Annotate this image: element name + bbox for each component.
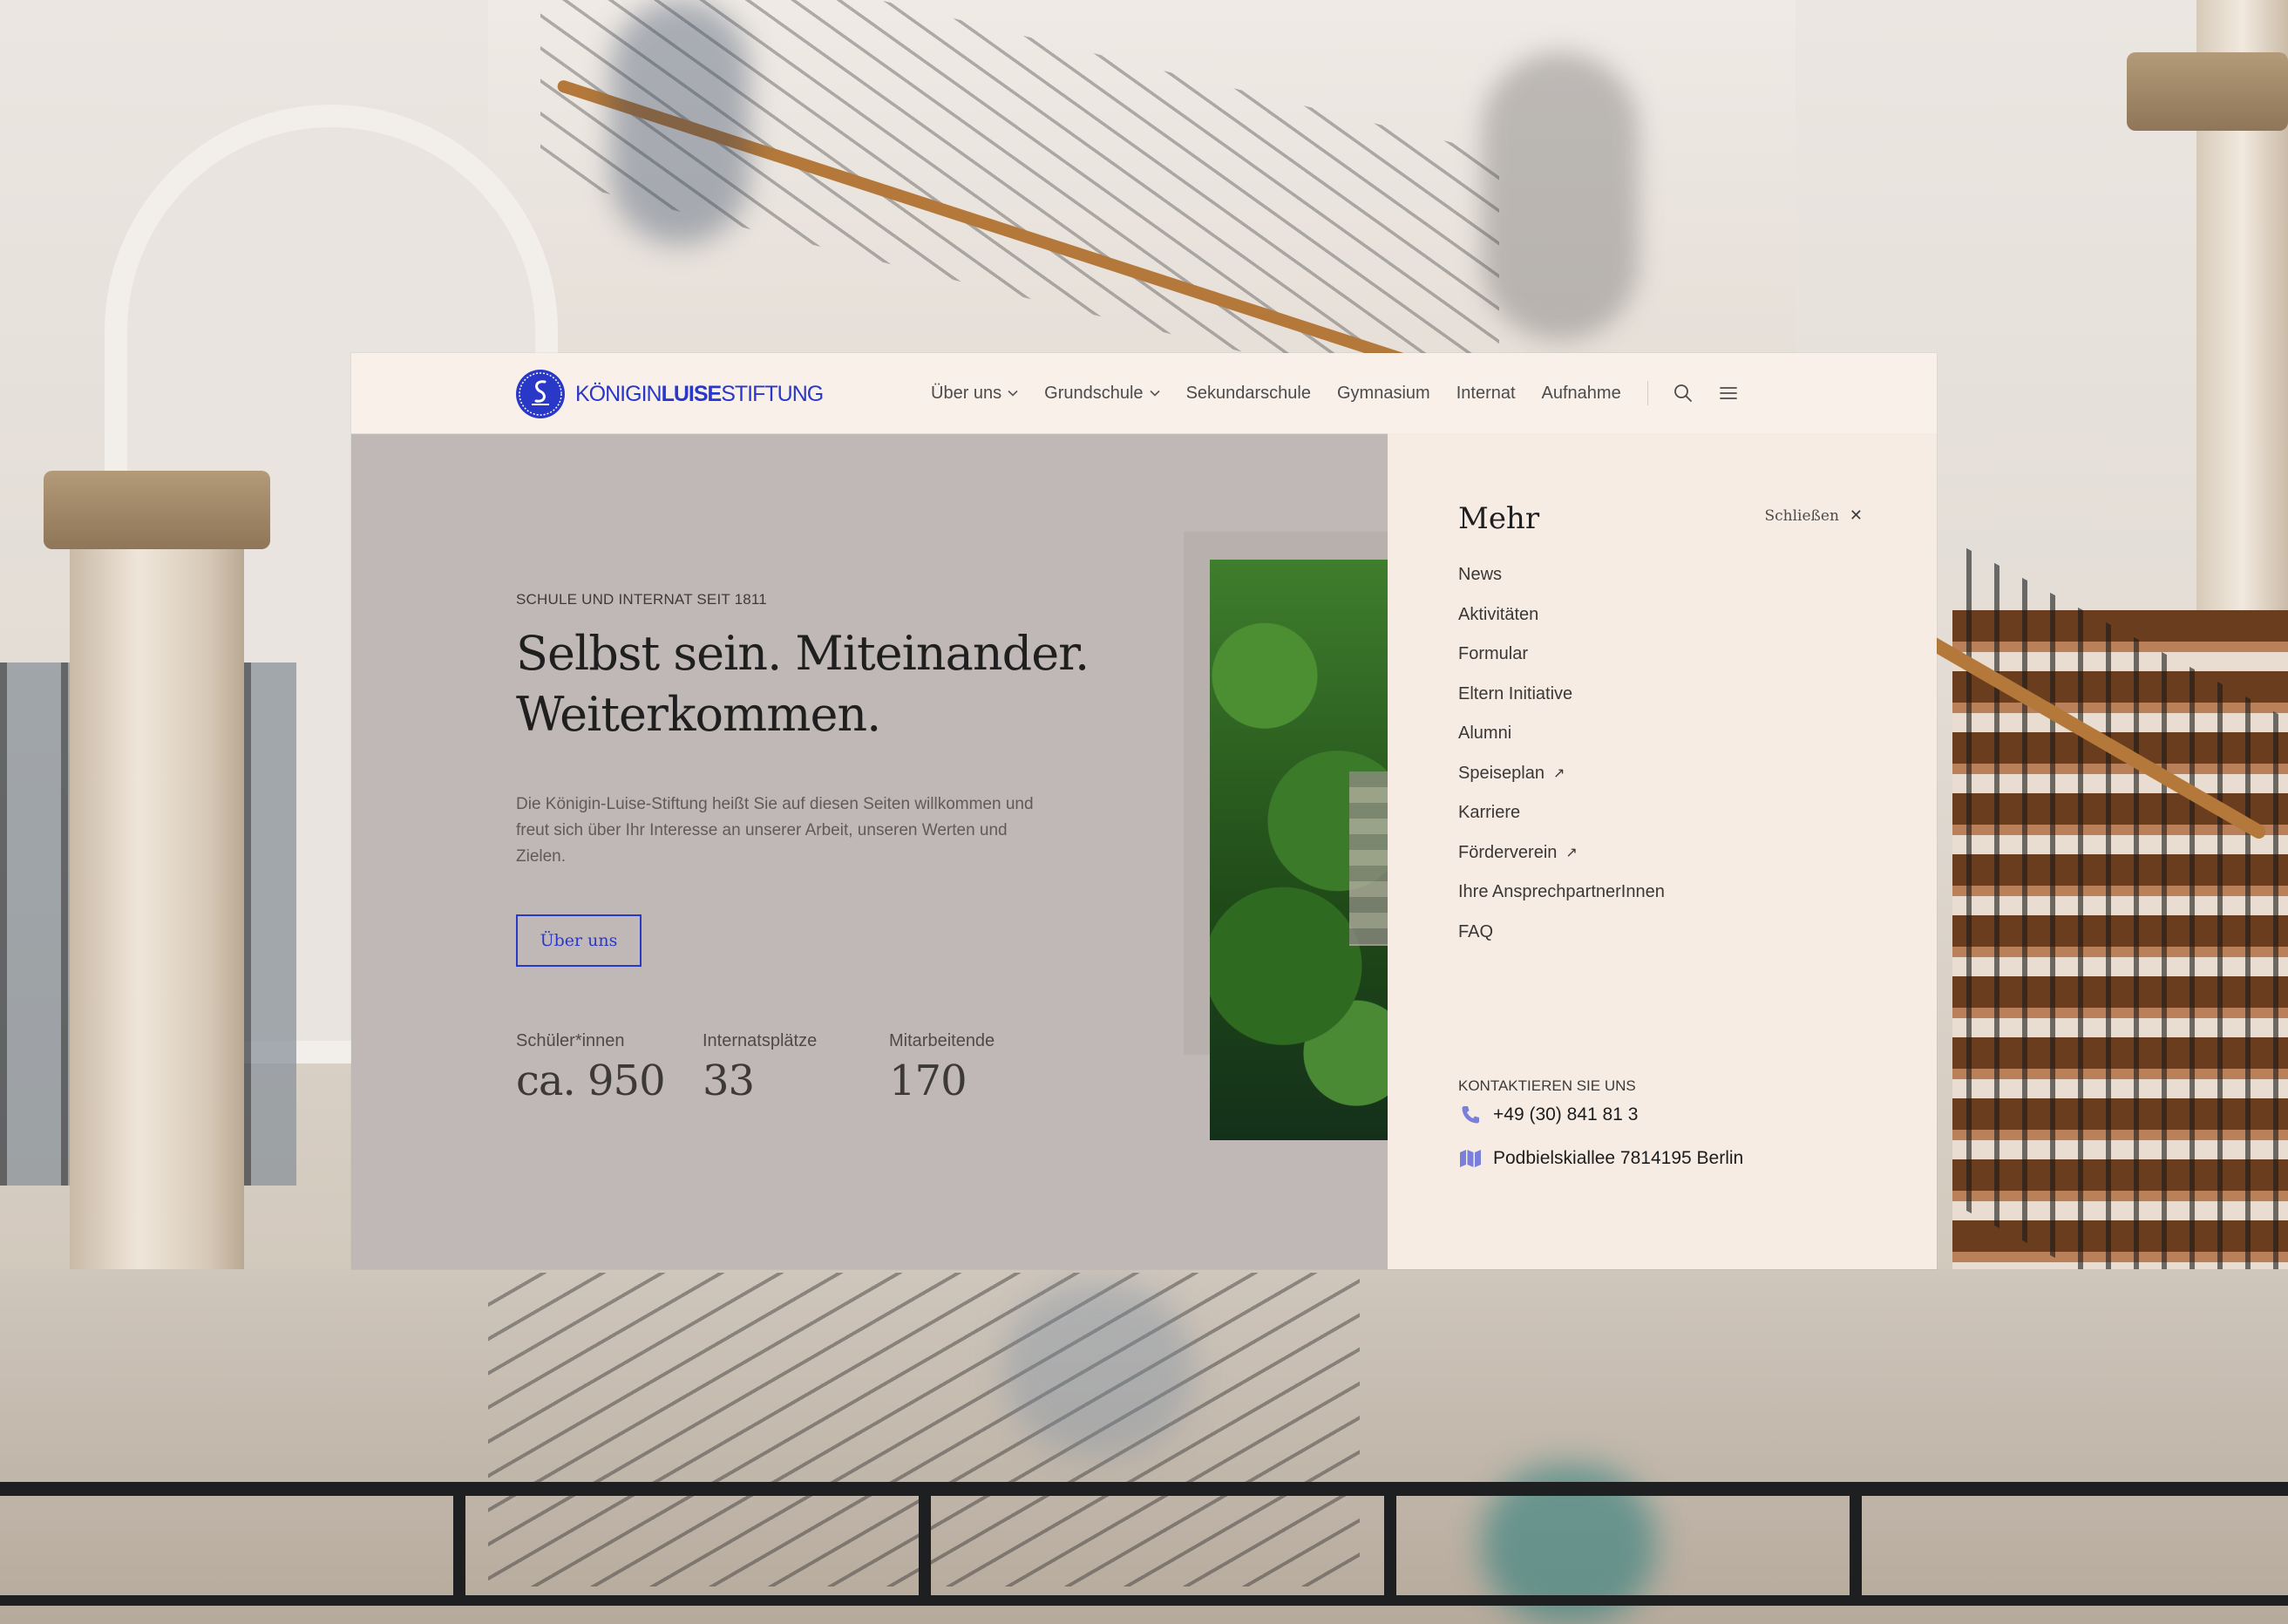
stat-value: 33 <box>703 1057 755 1105</box>
nav-item-label: Gymnasium <box>1337 383 1430 403</box>
hero-title: Selbst sein. Miteinander. Weiterkommen. <box>516 623 1144 745</box>
nav-divider <box>1646 381 1648 405</box>
nav-item-grundschule[interactable]: Grundschule <box>1044 383 1160 404</box>
chevron-down-icon <box>1008 390 1018 397</box>
stat-employees: Mitarbeitende 170 <box>889 1031 995 1105</box>
nav-item-label: Internat <box>1456 383 1516 403</box>
logo-text-part1: KÖNIGIN <box>575 381 662 406</box>
logo-text-part2: LUISE <box>661 381 723 406</box>
nav-item-gymnasium[interactable]: Gymnasium <box>1337 384 1430 404</box>
nav-item-label: Grundschule <box>1044 383 1144 403</box>
hero-title-line2: Weiterkommen. <box>516 687 881 742</box>
background-balustrade <box>0 1482 2288 1604</box>
drawer-item-label: Karriere <box>1458 803 1521 823</box>
drawer-item-speiseplan[interactable]: Speiseplan ↗ <box>1458 754 1665 794</box>
drawer-item-label: Förderverein <box>1458 842 1558 862</box>
hamburger-icon[interactable] <box>1716 381 1741 405</box>
drawer-item-label: Ihre AnsprechpartnerInnen <box>1458 882 1665 902</box>
drawer-item-aktivitaeten[interactable]: Aktivitäten <box>1458 595 1665 635</box>
drawer-item-ansprechpartner[interactable]: Ihre AnsprechpartnerInnen <box>1458 873 1665 913</box>
nav-item-aufnahme[interactable]: Aufnahme <box>1542 384 1621 404</box>
stat-label: Internatsplätze <box>703 1031 818 1050</box>
search-icon[interactable] <box>1671 381 1695 405</box>
logo[interactable]: KÖNIGINLUISESTIFTUNG <box>516 369 824 419</box>
background-person <box>1482 52 1639 340</box>
about-us-button[interactable]: Über uns <box>516 914 642 967</box>
background-capital-right <box>2127 52 2288 131</box>
drawer-item-alumni[interactable]: Alumni <box>1458 714 1665 754</box>
phone-number: +49 (30) 841 81 3 <box>1493 1104 1639 1125</box>
close-label: Schließen <box>1764 506 1839 525</box>
drawer-item-karriere[interactable]: Karriere <box>1458 793 1665 833</box>
drawer-item-label: News <box>1458 565 1503 585</box>
nav-item-label: Sekundarschule <box>1185 383 1311 403</box>
hero-eyebrow: SCHULE UND INTERNAT SEIT 1811 <box>516 591 767 608</box>
close-button[interactable]: Schließen ✕ <box>1764 506 1863 525</box>
hero-image-building <box>1349 771 1393 946</box>
contact-heading: KONTAKTIEREN SIE UNS <box>1458 1077 1636 1094</box>
drawer-item-label: Eltern Initiative <box>1458 683 1573 703</box>
map-icon <box>1458 1146 1483 1171</box>
main-nav: Über uns Grundschule Sekundarschule Gymn… <box>931 353 1762 433</box>
hero-title-line1: Selbst sein. Miteinander. <box>516 626 1090 681</box>
logo-text-part3: STIFTUNG <box>721 381 824 406</box>
nav-item-ueber-uns[interactable]: Über uns <box>931 384 1018 404</box>
background-person <box>1002 1281 1194 1456</box>
hero-description: Die Königin-Luise-Stiftung heißt Sie auf… <box>516 795 1034 866</box>
drawer-item-foerderverein[interactable]: Förderverein ↗ <box>1458 833 1665 873</box>
background-capital-left <box>44 471 270 549</box>
stat-value: 170 <box>889 1057 967 1105</box>
drawer-item-eltern-initiative[interactable]: Eltern Initiative <box>1458 675 1665 715</box>
drawer-item-formular[interactable]: Formular <box>1458 635 1665 675</box>
nav-item-internat[interactable]: Internat <box>1456 384 1516 404</box>
drawer-item-news[interactable]: News <box>1458 555 1665 595</box>
background-person <box>610 0 750 244</box>
chevron-down-icon <box>1149 390 1160 397</box>
stat-students: Schüler*innen ca. 950 <box>516 1031 666 1105</box>
stat-label: Schüler*innen <box>516 1031 625 1050</box>
nav-item-label: Über uns <box>931 383 1002 403</box>
drawer-item-label: Speiseplan <box>1458 763 1545 783</box>
background-balustrade-rail <box>0 1595 2288 1606</box>
background-balustrade-rail <box>0 1482 2288 1496</box>
phone-icon <box>1458 1103 1483 1127</box>
phone-link[interactable]: +49 (30) 841 81 3 <box>1458 1103 1638 1127</box>
more-drawer: Mehr Schließen ✕ News Aktivitäten Formul… <box>1388 433 1937 1269</box>
stat-boarding-places: Internatsplätze 33 <box>703 1031 842 1105</box>
external-link-icon: ↗ <box>1565 846 1578 861</box>
close-icon: ✕ <box>1849 506 1863 525</box>
address-link[interactable]: Podbielskiallee 7814195 Berlin <box>1458 1146 1743 1171</box>
nav-item-label: Aufnahme <box>1541 383 1621 403</box>
external-link-icon: ↗ <box>1552 766 1565 782</box>
website-frame: KÖNIGINLUISESTIFTUNG Über uns Grundschul… <box>351 353 1937 1269</box>
drawer-menu: News Aktivitäten Formular Eltern Initiat… <box>1458 555 1665 952</box>
stat-label: Mitarbeitende <box>889 1031 995 1050</box>
stat-value: ca. 950 <box>516 1057 666 1105</box>
logo-wordmark: KÖNIGINLUISESTIFTUNG <box>575 381 824 407</box>
stats-row: Schüler*innen ca. 950 Internatsplätze 33… <box>516 1031 1042 1105</box>
drawer-title: Mehr <box>1458 501 1540 536</box>
address-text: Podbielskiallee 7814195 Berlin <box>1493 1148 1744 1168</box>
seal-icon <box>516 370 565 418</box>
drawer-item-label: Alumni <box>1458 724 1512 744</box>
drawer-item-label: Aktivitäten <box>1458 604 1539 624</box>
drawer-item-faq[interactable]: FAQ <box>1458 913 1665 953</box>
site-header: KÖNIGINLUISESTIFTUNG Über uns Grundschul… <box>351 353 1937 434</box>
drawer-item-label: FAQ <box>1458 921 1494 941</box>
drawer-item-label: Formular <box>1458 644 1529 664</box>
nav-item-sekundarschule[interactable]: Sekundarschule <box>1186 384 1311 404</box>
